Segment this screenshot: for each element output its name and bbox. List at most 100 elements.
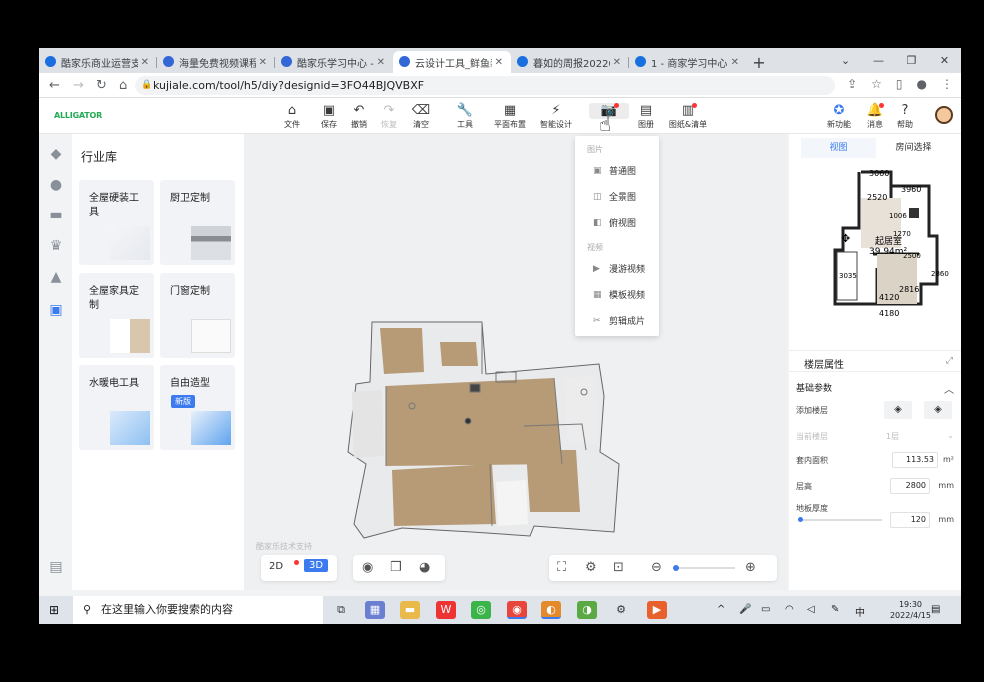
tab-close-icon[interactable]: ✕: [613, 57, 621, 68]
store-icon[interactable]: ▦: [365, 601, 385, 619]
lightbulb-icon[interactable]: ●: [47, 177, 65, 193]
reload-icon[interactable]: ↻: [96, 78, 107, 93]
tab-close-icon[interactable]: ✕: [495, 57, 503, 68]
add-floor-above-button[interactable]: ◈: [884, 401, 912, 419]
back-icon[interactable]: ←: [49, 78, 60, 93]
industry-library-icon[interactable]: ▣: [47, 302, 65, 318]
expand-icon[interactable]: ⤢: [946, 356, 953, 366]
tab-close-icon[interactable]: ✕: [259, 57, 267, 68]
tab-close-icon[interactable]: ✕: [141, 57, 149, 68]
zoom-slider-handle[interactable]: [673, 565, 679, 571]
inner-area-field[interactable]: 113.53: [892, 452, 938, 468]
tab-close-icon[interactable]: ✕: [377, 57, 385, 68]
library-card[interactable]: 门窗定制: [160, 273, 235, 358]
microphone-icon[interactable]: 🎤: [739, 604, 751, 615]
tab-view[interactable]: 视图: [801, 138, 876, 158]
settings-panel-icon[interactable]: ▤: [47, 559, 65, 575]
slab-slider-handle[interactable]: [798, 517, 803, 522]
floor-height-field[interactable]: 2800: [890, 478, 930, 494]
basic-params-header[interactable]: 基础参数 ︿: [796, 376, 954, 396]
wechat-icon[interactable]: ◎: [471, 601, 491, 619]
close-window-button[interactable]: ✕: [928, 48, 961, 73]
side-panel-icon[interactable]: ▯: [896, 77, 903, 91]
zoom-out-icon[interactable]: ⊖: [651, 560, 662, 575]
mode-2d-button[interactable]: 2D: [269, 561, 283, 572]
minimize-button[interactable]: —: [862, 48, 895, 73]
edu-app-icon[interactable]: ◑: [577, 601, 597, 619]
browser-tab[interactable]: 酷家乐学习中心 - 酷✕: [275, 51, 393, 73]
chrome-icon[interactable]: ◉: [507, 601, 527, 619]
current-floor-select[interactable]: 1层: [886, 431, 899, 442]
menu-item-template-video[interactable]: ▦ 模板视频: [593, 288, 645, 302]
fit-view-icon[interactable]: ⊡: [613, 560, 624, 575]
3d-canvas[interactable]: 酷家乐技术支持: [244, 134, 787, 590]
user-icon[interactable]: ▲: [47, 269, 65, 285]
menu-kebab-icon[interactable]: ⋮: [941, 77, 953, 91]
kujiale-app-icon[interactable]: ◐: [541, 601, 561, 619]
share-icon[interactable]: ⇪: [847, 77, 857, 91]
browser-tab-active[interactable]: 云设计工具_鲜鱼装 ✕: [393, 51, 511, 73]
menu-item-normal-image[interactable]: ▣ 普通图: [593, 164, 636, 178]
wps-icon[interactable]: W: [436, 601, 456, 619]
tab-close-icon[interactable]: ✕: [731, 57, 739, 68]
video-player-icon[interactable]: ▶: [647, 601, 667, 619]
layout-button[interactable]: ▦ 平面布置: [490, 103, 530, 130]
library-card[interactable]: 厨卫定制: [160, 180, 235, 265]
notification-icon[interactable]: ▤: [931, 604, 940, 615]
tab-room-select[interactable]: 房间选择: [876, 138, 951, 158]
bookmark-star-icon[interactable]: ☆: [871, 77, 882, 91]
library-card[interactable]: 自由造型 新版: [160, 365, 235, 450]
camera-reset-icon[interactable]: ⛶: [557, 560, 566, 575]
floorplan-minimap[interactable]: 3060 2520 3960 1006 1270 2500 2816 4120 …: [791, 158, 959, 338]
browser-tab[interactable]: 酷家乐商业运营支持✕: [39, 51, 157, 73]
taskbar-clock[interactable]: 19:30 2022/4/15: [890, 599, 931, 621]
library-card[interactable]: 全屋硬装工具: [79, 180, 154, 265]
collapse-chevron-icon[interactable]: ︿: [944, 381, 954, 396]
gauge-icon[interactable]: ◕: [419, 560, 430, 575]
zoom-slider[interactable]: [673, 565, 735, 571]
wifi-icon[interactable]: ◠: [785, 604, 794, 615]
pen-icon[interactable]: ✎: [831, 604, 839, 615]
add-floor-below-button[interactable]: ◈: [924, 401, 952, 419]
slab-thickness-field[interactable]: 120: [890, 512, 930, 528]
menu-item-edit-clip[interactable]: ✂ 剪辑成片: [593, 314, 645, 328]
browser-tab[interactable]: 海量免费视频课程 ✕: [157, 51, 275, 73]
maximize-button[interactable]: ❐: [895, 48, 928, 73]
help-button[interactable]: ? 帮助: [885, 103, 925, 130]
menu-item-panorama[interactable]: ◫ 全景图: [593, 190, 636, 204]
tools-button[interactable]: 🔧 工具: [445, 103, 485, 130]
slab-thickness-slider[interactable]: [798, 517, 882, 522]
taskbar-search-box[interactable]: ⚲ 在这里输入你要搜索的内容: [73, 596, 323, 624]
file-menu-button[interactable]: ⌂ 文件: [272, 103, 312, 130]
clear-button[interactable]: ⌫ 清空: [401, 103, 441, 130]
settings-gear-icon[interactable]: ⚙: [611, 601, 631, 619]
mode-3d-button[interactable]: 3D: [304, 559, 329, 572]
browser-tab[interactable]: 暮如的周报202204✕: [511, 51, 629, 73]
browser-tab[interactable]: 1 - 商家学习中心 ✕: [629, 51, 747, 73]
tray-chevron-icon[interactable]: ^: [717, 604, 725, 615]
smart-design-button[interactable]: ⚡ 智能设计: [536, 103, 576, 130]
new-tab-button[interactable]: +: [747, 51, 771, 73]
floorplan-icon[interactable]: ◆: [47, 146, 65, 162]
library-card[interactable]: 水暖电工具: [79, 365, 154, 450]
home-icon[interactable]: ⌂: [119, 78, 127, 93]
new-feature-button[interactable]: ✪ 新功能: [819, 103, 859, 130]
ime-indicator[interactable]: 中: [855, 604, 865, 619]
forward-icon[interactable]: →: [73, 78, 84, 93]
tab-search-icon[interactable]: ⌄: [829, 48, 862, 73]
menu-item-topview[interactable]: ◧ 俯视图: [593, 216, 636, 230]
profile-icon[interactable]: ●: [917, 77, 927, 91]
battery-icon[interactable]: ▭: [761, 604, 770, 615]
menu-item-walkthrough-video[interactable]: ▶ 漫游视频: [593, 262, 645, 276]
library-card[interactable]: 全屋家具定制: [79, 273, 154, 358]
task-view-icon[interactable]: ⧉: [331, 601, 351, 619]
drawings-list-button[interactable]: ▥ 图纸&清单: [668, 103, 708, 130]
url-field[interactable]: 🔒 kujiale.com/tool/h5/diy?designid=3FO44B…: [135, 76, 835, 95]
file-explorer-icon[interactable]: ▬: [400, 601, 420, 619]
eye-icon[interactable]: ◉: [362, 560, 373, 575]
sofa-icon[interactable]: ▬: [47, 207, 65, 223]
volume-icon[interactable]: ◁: [807, 604, 815, 615]
avatar[interactable]: [935, 106, 953, 124]
gallery-button[interactable]: ▤ 图册: [626, 103, 666, 130]
cube-icon[interactable]: ❒: [390, 560, 402, 575]
